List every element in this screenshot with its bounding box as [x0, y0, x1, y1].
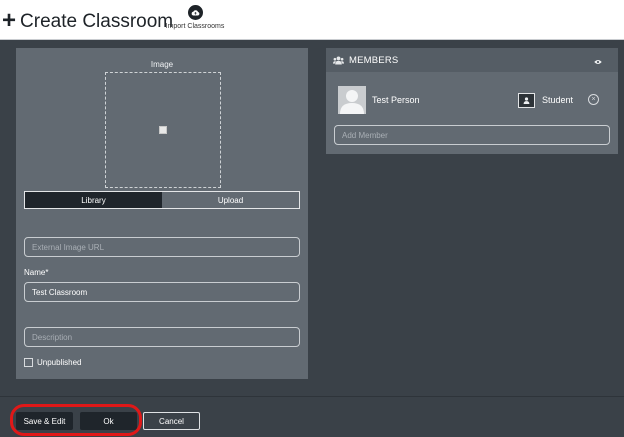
- unpublished-row: Unpublished: [24, 358, 81, 367]
- image-label: Image: [150, 60, 174, 69]
- external-image-url-input[interactable]: External Image URL: [24, 237, 300, 257]
- broken-image-icon: [159, 126, 167, 134]
- members-panel: MEMBERS Test Person Student × Add Member: [326, 48, 618, 154]
- classroom-form-panel: Image Library Upload External Image URL …: [16, 48, 308, 379]
- members-title: MEMBERS: [349, 54, 399, 66]
- tab-upload[interactable]: Upload: [162, 192, 299, 208]
- page-title: + Create Classroom: [2, 6, 173, 34]
- top-bar: + Create Classroom Import Classrooms: [0, 0, 624, 40]
- unpublished-checkbox[interactable]: [24, 358, 33, 367]
- eye-icon[interactable]: [594, 57, 602, 68]
- image-preview[interactable]: [105, 72, 221, 188]
- person-silhouette-icon: [340, 90, 364, 114]
- name-input[interactable]: Test Classroom: [24, 282, 300, 302]
- member-row: Test Person Student ×: [334, 82, 610, 118]
- name-label: Name*: [24, 268, 49, 277]
- import-classrooms-button[interactable]: Import Classrooms: [164, 5, 226, 30]
- remove-member-icon[interactable]: ×: [588, 94, 599, 105]
- cancel-button[interactable]: Cancel: [143, 412, 200, 430]
- image-source-tabs: Library Upload: [24, 191, 300, 209]
- member-role: Student: [542, 95, 574, 105]
- add-member-input[interactable]: Add Member: [334, 125, 610, 145]
- group-icon: [333, 56, 344, 65]
- tab-library[interactable]: Library: [25, 192, 162, 208]
- unpublished-label: Unpublished: [37, 358, 82, 367]
- plus-icon: +: [2, 7, 17, 34]
- person-icon[interactable]: [518, 93, 535, 108]
- page-title-text: Create Classroom: [20, 11, 174, 32]
- member-name: Test Person: [372, 95, 420, 105]
- cloud-upload-icon: [187, 5, 203, 20]
- avatar: [338, 86, 366, 114]
- import-classrooms-label: Import Classrooms: [165, 23, 225, 30]
- members-header: MEMBERS: [326, 48, 618, 72]
- footer-divider: [0, 396, 624, 397]
- description-input[interactable]: Description: [24, 327, 300, 347]
- highlight-annotation: [10, 404, 142, 436]
